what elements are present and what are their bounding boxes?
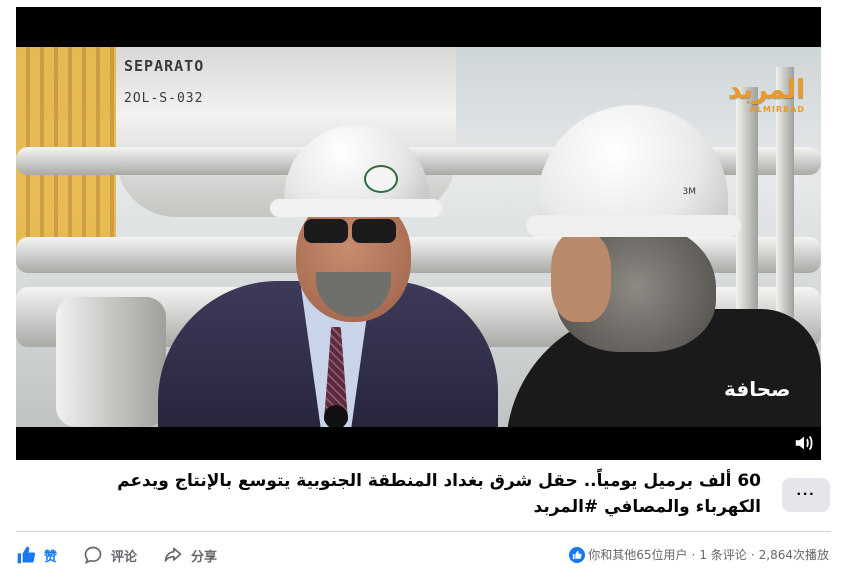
reactions-count[interactable]: 你和其他65位用户 <box>588 546 687 563</box>
comment-button[interactable]: 评论 <box>83 545 137 565</box>
helmet-brand: 3M <box>682 187 697 197</box>
comment-icon <box>84 546 102 565</box>
channel-logo: المربد ALMIRBAD <box>728 75 805 114</box>
reporter-hard-hat-brim <box>526 215 741 237</box>
video-player[interactable]: SEPARATO 2OL-S-032 المربد ALMIRBAD 3M صح… <box>16 7 821 460</box>
like-icon <box>17 546 36 564</box>
sunglasses <box>304 219 404 245</box>
pipe-vertical <box>736 87 758 347</box>
share-button[interactable]: 分享 <box>163 545 217 565</box>
logo-arabic: المربد <box>727 75 805 105</box>
video-frame[interactable]: SEPARATO 2OL-S-032 المربد ALMIRBAD 3M صح… <box>16 47 821 427</box>
separator: · <box>691 547 696 562</box>
comment-label: 评论 <box>111 549 138 565</box>
volume-icon[interactable] <box>793 432 815 454</box>
share-icon <box>164 547 182 562</box>
separator: · <box>750 547 755 562</box>
microphone <box>324 405 348 427</box>
reporter-face <box>551 232 611 322</box>
tank-code: 2OL-S-032 <box>124 91 204 106</box>
more-options-button[interactable]: ··· <box>782 478 830 512</box>
post-actions: 赞 评论 分享 <box>16 540 243 570</box>
logo-english: ALMIRBAD <box>749 105 805 114</box>
share-label: 分享 <box>191 549 218 565</box>
press-label: صحافة <box>724 377 791 401</box>
hard-hat-brim <box>270 199 442 217</box>
pipe-elbow <box>56 297 166 427</box>
like-reaction-icon <box>569 546 586 563</box>
video-controls-bar <box>16 427 821 460</box>
like-label: 赞 <box>44 549 58 565</box>
post-stats: 你和其他65位用户 · 1 条评论 · 2,864次播放 <box>569 546 829 563</box>
more-icon: ··· <box>796 486 816 503</box>
divider <box>16 531 831 532</box>
like-button[interactable]: 赞 <box>16 545 57 565</box>
company-badge-icon <box>364 165 398 193</box>
comments-count[interactable]: 1 条评论 <box>699 546 746 563</box>
views-count: 2,864次播放 <box>758 548 829 562</box>
tank-label: SEPARATO <box>124 57 205 75</box>
post-title: 60 ألف برميل يومياً.. حقل شرق بغداد المن… <box>117 471 761 517</box>
